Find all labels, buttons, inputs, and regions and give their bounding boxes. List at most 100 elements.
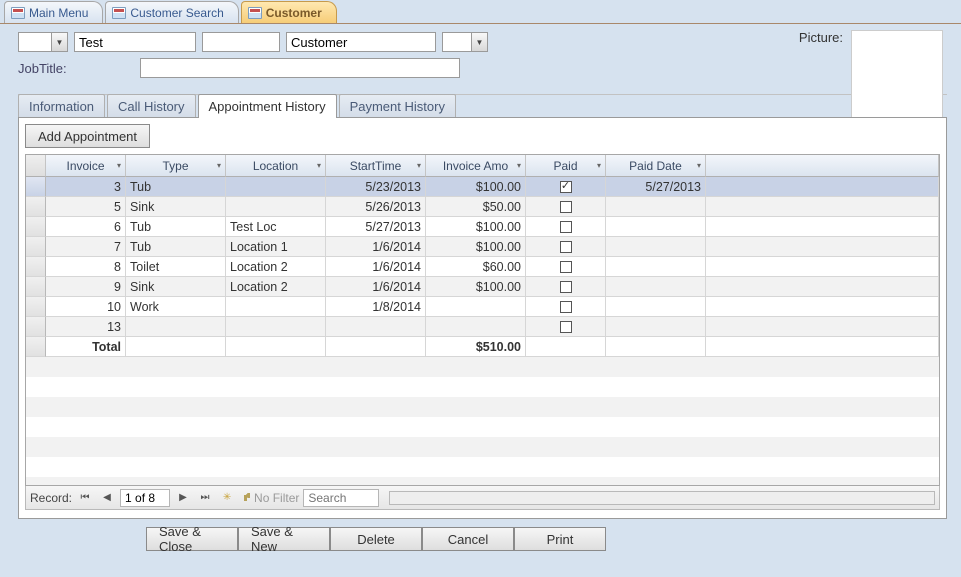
cell-paid[interactable] — [526, 277, 606, 297]
prefix-value[interactable] — [19, 33, 51, 51]
table-row[interactable]: 9SinkLocation 21/6/2014$100.00 — [26, 277, 939, 297]
checkbox-icon[interactable] — [560, 241, 572, 253]
cell-starttime[interactable] — [326, 317, 426, 337]
cell-paid-date[interactable] — [606, 257, 706, 277]
print-button[interactable]: Print — [514, 527, 606, 551]
nav-prev-icon[interactable]: ◀ — [98, 489, 116, 507]
cell-type[interactable]: Tub — [126, 177, 226, 197]
horizontal-scrollbar[interactable] — [389, 491, 935, 505]
row-selector[interactable] — [26, 197, 46, 217]
checkbox-icon[interactable] — [560, 301, 572, 313]
cell-type[interactable]: Sink — [126, 277, 226, 297]
row-selector[interactable] — [26, 217, 46, 237]
suffix-value[interactable] — [443, 33, 471, 51]
cell-amount[interactable]: $100.00 — [426, 217, 526, 237]
table-row[interactable]: 3Tub 5/23/2013$100.00✓5/27/2013 — [26, 177, 939, 197]
cell-type[interactable] — [126, 317, 226, 337]
tab-information[interactable]: Information — [18, 94, 105, 118]
col-starttime[interactable]: StartTime▾ — [326, 155, 426, 177]
picture-placeholder[interactable] — [851, 30, 943, 122]
row-selector[interactable] — [26, 277, 46, 297]
table-row[interactable]: 10Work1/8/2014 — [26, 297, 939, 317]
cell-location[interactable]: Location 2 — [226, 257, 326, 277]
tab-appointment-history[interactable]: Appointment History — [198, 94, 337, 118]
col-paid-date[interactable]: Paid Date▾ — [606, 155, 706, 177]
doc-tab-customer-search[interactable]: Customer Search — [105, 1, 238, 23]
doc-tab-main-menu[interactable]: Main Menu — [4, 1, 103, 23]
save-close-button[interactable]: Save & Close — [146, 527, 238, 551]
cell-starttime[interactable]: 1/6/2014 — [326, 277, 426, 297]
cell-amount[interactable]: $100.00 — [426, 277, 526, 297]
col-paid[interactable]: Paid▾ — [526, 155, 606, 177]
cell-paid-date[interactable] — [606, 277, 706, 297]
table-row[interactable]: 5Sink5/26/2013$50.00 — [26, 197, 939, 217]
cell-location[interactable]: Location 1 — [226, 237, 326, 257]
cell-location[interactable]: Location 2 — [226, 277, 326, 297]
search-input[interactable] — [303, 489, 379, 507]
table-row[interactable]: 6TubTest Loc5/27/2013$100.00 — [26, 217, 939, 237]
jobtitle-field[interactable] — [140, 58, 460, 78]
cell-invoice[interactable]: 8 — [46, 257, 126, 277]
chevron-down-icon[interactable]: ▾ — [317, 161, 321, 170]
grid-body[interactable]: 3Tub5/23/2013$100.00✓5/27/20135Sink5/26/… — [26, 177, 939, 485]
cell-invoice[interactable]: 3 — [46, 177, 126, 197]
cell-starttime[interactable]: 5/26/2013 — [326, 197, 426, 217]
cell-amount[interactable]: $100.00 — [426, 177, 526, 197]
chevron-down-icon[interactable]: ▾ — [417, 161, 421, 170]
chevron-down-icon[interactable]: ▾ — [697, 161, 701, 170]
cell-type[interactable]: Toilet — [126, 257, 226, 277]
row-selector[interactable] — [26, 317, 46, 337]
cell-paid-date[interactable] — [606, 217, 706, 237]
cell-paid[interactable] — [526, 317, 606, 337]
cell-invoice[interactable]: 9 — [46, 277, 126, 297]
cell-invoice[interactable]: 6 — [46, 217, 126, 237]
save-new-button[interactable]: Save & New — [238, 527, 330, 551]
cell-location[interactable] — [226, 297, 326, 317]
cell-paid-date[interactable] — [606, 197, 706, 217]
record-position-input[interactable] — [120, 489, 170, 507]
cell-paid[interactable]: ✓ — [526, 177, 606, 197]
cell-starttime[interactable]: 1/6/2014 — [326, 237, 426, 257]
first-name-field[interactable] — [74, 32, 196, 52]
cell-invoice[interactable]: 7 — [46, 237, 126, 257]
cell-location[interactable] — [226, 177, 326, 197]
cell-location[interactable] — [226, 317, 326, 337]
row-selector-header[interactable] — [26, 155, 46, 177]
checkbox-icon[interactable] — [560, 201, 572, 213]
cell-type[interactable]: Sink — [126, 197, 226, 217]
chevron-down-icon[interactable]: ▼ — [51, 33, 67, 51]
checkbox-icon[interactable] — [560, 221, 572, 233]
cell-paid-date[interactable]: 5/27/2013 — [606, 177, 706, 197]
nav-next-icon[interactable]: ▶ — [174, 489, 192, 507]
cell-amount[interactable] — [426, 317, 526, 337]
cell-starttime[interactable]: 5/23/2013 — [326, 177, 426, 197]
cell-amount[interactable] — [426, 297, 526, 317]
cell-paid[interactable] — [526, 237, 606, 257]
no-filter-indicator[interactable]: No Filter — [240, 491, 299, 505]
col-invoice[interactable]: Invoice▾ — [46, 155, 126, 177]
cell-paid[interactable] — [526, 217, 606, 237]
add-appointment-button[interactable]: Add Appointment — [25, 124, 150, 148]
chevron-down-icon[interactable]: ▾ — [517, 161, 521, 170]
table-row[interactable]: 7TubLocation 11/6/2014$100.00 — [26, 237, 939, 257]
row-selector[interactable] — [26, 257, 46, 277]
checkbox-icon[interactable] — [560, 321, 572, 333]
cell-starttime[interactable]: 1/8/2014 — [326, 297, 426, 317]
checkbox-icon[interactable] — [560, 281, 572, 293]
cell-amount[interactable]: $100.00 — [426, 237, 526, 257]
chevron-down-icon[interactable]: ▾ — [217, 161, 221, 170]
last-name-field[interactable] — [286, 32, 436, 52]
cell-paid[interactable] — [526, 257, 606, 277]
col-location[interactable]: Location▾ — [226, 155, 326, 177]
table-row[interactable]: 8ToiletLocation 21/6/2014$60.00 — [26, 257, 939, 277]
cell-type[interactable]: Tub — [126, 237, 226, 257]
tab-payment-history[interactable]: Payment History — [339, 94, 456, 118]
cell-invoice[interactable]: 13 — [46, 317, 126, 337]
cell-starttime[interactable]: 5/27/2013 — [326, 217, 426, 237]
cell-invoice[interactable]: 10 — [46, 297, 126, 317]
checkbox-icon[interactable] — [560, 261, 572, 273]
cell-paid-date[interactable] — [606, 237, 706, 257]
tab-call-history[interactable]: Call History — [107, 94, 195, 118]
delete-button[interactable]: Delete — [330, 527, 422, 551]
table-row[interactable]: 13 — [26, 317, 939, 337]
